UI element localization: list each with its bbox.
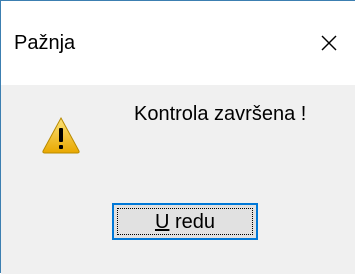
close-icon: [321, 35, 337, 51]
ok-button-mnemonic: U: [154, 210, 170, 233]
close-button[interactable]: [307, 21, 351, 65]
message-dialog: Pažnja Kontrola završena ! U redu: [0, 0, 355, 274]
title-bar: Pažnja: [1, 1, 355, 85]
warning-icon: [42, 116, 80, 154]
dialog-title: Pažnja: [14, 32, 76, 54]
dialog-message: Kontrola završena !: [134, 103, 307, 125]
ok-button-label: U redu: [155, 210, 215, 234]
dialog-body: Kontrola završena ! U redu: [1, 85, 355, 274]
ok-button[interactable]: U redu: [112, 203, 258, 240]
ok-button-label-rest: redu: [169, 210, 216, 233]
